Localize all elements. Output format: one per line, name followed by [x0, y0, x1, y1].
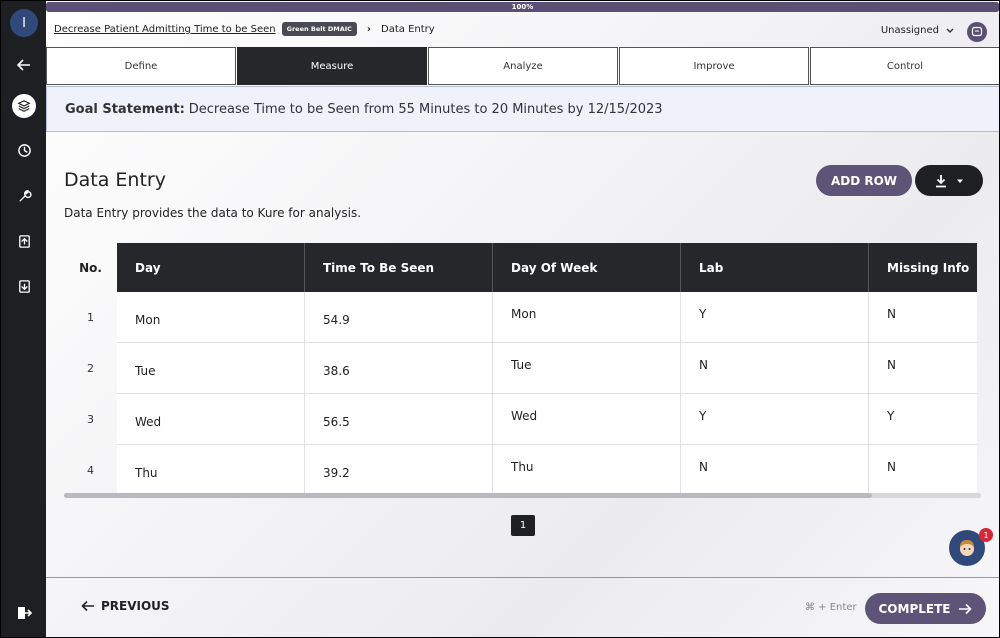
footer-divider [46, 577, 999, 578]
assignee-label: Unassigned [880, 25, 939, 36]
keyboard-shortcut-hint: ⌘ + Enter [805, 602, 857, 613]
page-title: Data Entry [64, 169, 166, 191]
avatar[interactable]: I [10, 9, 38, 37]
project-type-badge: Green Belt DMAIC [281, 22, 357, 36]
column-header-day-of-week[interactable]: Day Of Week [493, 243, 681, 292]
tab-measure[interactable]: Measure [237, 47, 427, 85]
chat-button[interactable] [967, 22, 987, 42]
upload-icon[interactable] [13, 230, 35, 252]
cell-day-of-week[interactable]: Thu [493, 445, 681, 494]
row-number-header: No. [79, 260, 102, 275]
app-window: I 100% Decrease Patient Admitting Time t… [0, 0, 1000, 638]
tab-analyze[interactable]: Analyze [428, 47, 618, 85]
cell-time[interactable]: 56.5 [305, 394, 493, 444]
goal-label: Goal Statement: [65, 101, 185, 117]
column-header-missing-info[interactable]: Missing Info [869, 243, 977, 292]
row-number: 2 [87, 362, 94, 375]
tab-label: Control [886, 60, 924, 72]
table-row: Thu 39.2 Thu N N [117, 445, 977, 495]
arrow-left-icon [81, 600, 94, 612]
column-header-day[interactable]: Day [117, 243, 305, 292]
tab-improve[interactable]: Improve [619, 47, 809, 85]
phase-tabs: Define Measure Analyze Improve Control [46, 47, 999, 85]
arrow-right-icon [959, 603, 973, 614]
chevron-down-icon [946, 28, 954, 33]
add-row-button[interactable]: ADD ROW [816, 165, 912, 196]
cell-day-of-week[interactable]: Mon [493, 292, 681, 342]
cell-day[interactable]: Wed [117, 394, 305, 444]
table-row: Mon 54.9 Mon Y N [117, 292, 977, 343]
goal-statement: Goal Statement: Decrease Time to be Seen… [46, 86, 999, 132]
sidebar: I [1, 1, 46, 637]
layers-icon[interactable] [12, 94, 36, 118]
logout-icon[interactable] [13, 602, 35, 624]
avatar-initial: I [22, 15, 26, 31]
assistant-avatar-icon [960, 540, 974, 556]
download-icon[interactable] [13, 275, 35, 297]
cell-day[interactable]: Tue [117, 343, 305, 393]
cell-missing-info[interactable]: N [869, 445, 977, 494]
caret-down-icon [957, 179, 963, 183]
clock-icon[interactable] [13, 139, 35, 161]
cell-time[interactable]: 39.2 [305, 445, 493, 494]
tab-define[interactable]: Define [46, 47, 236, 85]
table-row: Tue 38.6 Tue N N [117, 343, 977, 394]
cell-time[interactable]: 38.6 [305, 343, 493, 393]
cell-day-of-week[interactable]: Tue [493, 343, 681, 393]
cell-day[interactable]: Thu [117, 445, 305, 494]
cell-missing-info[interactable]: N [869, 292, 977, 342]
notification-badge: 1 [979, 528, 993, 542]
progress-bar: 100% [46, 2, 999, 12]
tab-control[interactable]: Control [810, 47, 999, 85]
chevron-right-icon: › [366, 23, 372, 35]
data-table: No. 1 2 3 4 Day Time To Be Seen Day Of W… [64, 243, 981, 498]
row-number: 4 [87, 464, 94, 477]
page-description: Data Entry provides the data to Kure for… [64, 206, 362, 220]
complete-label: COMPLETE [878, 601, 951, 616]
complete-button[interactable]: COMPLETE [865, 593, 986, 624]
cell-lab[interactable]: Y [681, 292, 869, 342]
breadcrumb: Decrease Patient Admitting Time to be Se… [54, 21, 435, 37]
tab-label: Measure [310, 60, 354, 72]
chat-icon [971, 26, 983, 37]
cell-day[interactable]: Mon [117, 292, 305, 342]
cell-lab[interactable]: N [681, 445, 869, 494]
breadcrumb-current: Data Entry [381, 23, 435, 35]
row-number: 1 [87, 311, 94, 324]
download-icon [936, 174, 946, 187]
row-number-column: No. 1 2 3 4 [64, 243, 117, 496]
breadcrumb-project-link[interactable]: Decrease Patient Admitting Time to be Se… [54, 24, 276, 35]
row-number: 3 [87, 413, 94, 426]
cell-lab[interactable]: Y [681, 394, 869, 444]
scrollbar-thumb[interactable] [64, 493, 872, 498]
cell-missing-info[interactable]: N [869, 343, 977, 393]
tab-label: Analyze [503, 60, 543, 72]
cell-lab[interactable]: N [681, 343, 869, 393]
previous-label: PREVIOUS [101, 599, 170, 613]
table-row: Wed 56.5 Wed Y Y [117, 394, 977, 445]
assignee-dropdown[interactable]: Unassigned [881, 25, 955, 36]
table-header: Day Time To Be Seen Day Of Week Lab Miss… [117, 243, 977, 292]
export-dropdown-button[interactable] [915, 165, 983, 196]
tab-label: Define [124, 60, 158, 72]
cell-missing-info[interactable]: Y [869, 394, 977, 444]
horizontal-scrollbar[interactable] [64, 493, 981, 498]
column-header-time-to-be-seen[interactable]: Time To Be Seen [305, 243, 493, 292]
wrench-icon[interactable] [13, 185, 35, 207]
data-grid: Day Time To Be Seen Day Of Week Lab Miss… [117, 243, 977, 495]
back-arrow-icon[interactable] [13, 54, 35, 76]
tab-label: Improve [693, 60, 735, 72]
previous-button[interactable]: PREVIOUS [81, 599, 170, 613]
cell-time[interactable]: 54.9 [305, 292, 493, 342]
progress-label: 100% [511, 3, 534, 11]
column-header-lab[interactable]: Lab [681, 243, 869, 292]
goal-text: Decrease Time to be Seen from 55 Minutes… [188, 101, 663, 117]
cell-day-of-week[interactable]: Wed [493, 394, 681, 444]
pagination-page-button[interactable]: 1 [511, 515, 535, 536]
